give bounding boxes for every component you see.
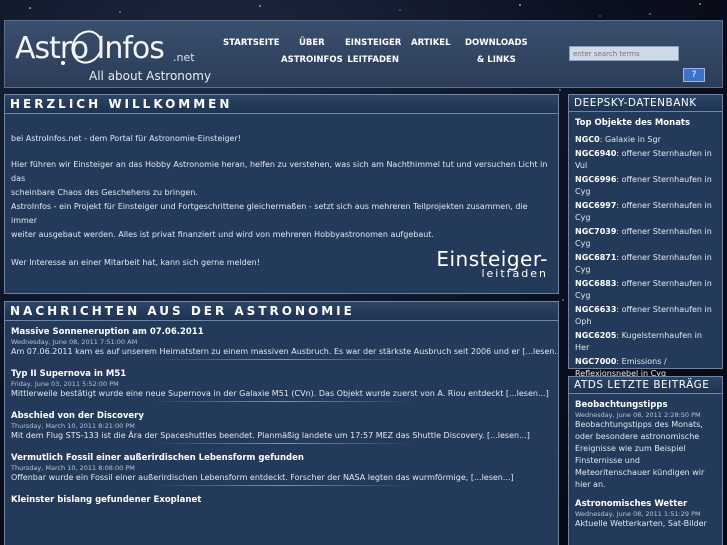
nav-item-einsteiger-leitfaden[interactable]: EINSTEIGER LEITFADEN (345, 35, 401, 69)
object-id: NGC7000 (575, 357, 617, 366)
object-id: NGC6633 (575, 305, 617, 314)
list-item[interactable]: NGC6871: offener Sternhaufen in Cyg (569, 252, 722, 278)
logo-tagline: All about Astronomy (89, 69, 212, 83)
welcome-text-line: weiter ausgebaut werden. Alles ist priva… (11, 230, 434, 239)
nav-label: ÜBER (298, 38, 325, 48)
news-item-title[interactable]: Typ II Supernova in M51 (11, 369, 552, 379)
object-id: NGC6871 (575, 253, 617, 262)
nav-label: ARTIKEL (411, 38, 451, 48)
search-input[interactable] (569, 46, 679, 61)
object-id: NGC6883 (575, 279, 617, 288)
nav-label: STARTSEITE (223, 38, 280, 48)
list-item[interactable]: NGC6633: offener Sternhaufen in Oph (569, 304, 722, 330)
object-desc: : Galaxie in Sgr (599, 135, 661, 144)
list-item[interactable]: NGC6997: offener Sternhaufen in Cyg (569, 200, 722, 226)
news-panel: NACHRICHTEN AUS DER ASTRONOMIE Massive S… (4, 301, 559, 545)
welcome-title: HERZLICH WILLKOMMEN (5, 95, 558, 114)
list-item[interactable]: NGC6940: offener Sternhaufen in Vul (569, 148, 722, 174)
list-item[interactable]: NGC6883: offener Sternhaufen in Cyg (569, 278, 722, 304)
list-item[interactable]: NGC6205: Kugelsternhaufen in Her (569, 330, 722, 356)
divider (151, 485, 412, 486)
news-title: NACHRICHTEN AUS DER ASTRONOMIE (5, 302, 558, 321)
object-id: NGC7039 (575, 227, 617, 236)
news-item: Kleinster bislang gefundener Exoplanet (5, 489, 558, 508)
logo-net-suffix: .net (173, 51, 195, 64)
list-item[interactable]: NGC6996: offener Sternhaufen in Cyg (569, 174, 722, 200)
news-item-title[interactable]: Abschied von der Discovery (11, 411, 552, 421)
atds-panel: ATDS LETZTE BEITRÄGE Beobachtungstipps W… (568, 376, 723, 545)
welcome-panel: HERZLICH WILLKOMMEN bei AstroInfos.net -… (4, 94, 559, 294)
welcome-text-line: Hier führen wir Einsteiger an das Hobby … (11, 160, 548, 183)
news-item-text: Am 07.06.2011 kam es auf unserem Heimats… (11, 347, 559, 356)
news-item-title[interactable]: Kleinster bislang gefundener Exoplanet (11, 495, 552, 505)
object-id: NGC6996 (575, 175, 617, 184)
logo-wordmark: Astro Infos (15, 31, 165, 66)
welcome-text-line: AstroInfos - ein Projekt für Einsteiger … (11, 202, 528, 225)
welcome-text-line: scheinbare Chaos des Geschehens zu bring… (11, 188, 198, 197)
news-item-date: Friday, June 03, 2011 5:52:00 PM (11, 380, 119, 388)
news-item-text: Mit dem Flug STS-133 ist die Ära der Spa… (11, 431, 530, 440)
list-item[interactable]: NGC7039: offener Sternhaufen in Cyg (569, 226, 722, 252)
list-item: Beobachtungstipps Wednesday, June 08, 20… (569, 394, 722, 493)
welcome-intro: bei AstroInfos.net - dem Portal für Astr… (11, 134, 241, 143)
news-item-text: Mittlerweile bestätigt wurde eine neue S… (11, 389, 549, 398)
site-header: Astro Infos .net All about Astronomy STA… (4, 20, 723, 88)
divider (151, 443, 412, 444)
atds-item-date: Wednesday, June 08, 2011 2:28:50 PM (575, 411, 701, 419)
nav-item-startseite[interactable]: STARTSEITE (223, 35, 280, 52)
object-id: NGC6205 (575, 331, 617, 340)
object-id: NGC6940 (575, 149, 617, 158)
list-item[interactable]: NGC0: Galaxie in Sgr (569, 134, 722, 148)
object-id: NGC0 (575, 135, 600, 144)
divider (151, 401, 412, 402)
nav-item-ueber-astroinfos[interactable]: ÜBER ASTROINFOS (281, 35, 343, 69)
atds-item-title[interactable]: Astronomisches Wetter (575, 499, 716, 509)
atds-item-text: Beobachtungstipps des Monats, oder beson… (575, 420, 705, 489)
news-item-date: Thursday, March 10, 2011 8:08:00 PM (11, 464, 135, 472)
news-item-date: Wednesday, June 08, 2011 7:51:00 AM (11, 338, 138, 346)
atds-item-date: Wednesday, June 08, 2011 1:51:29 PM (575, 510, 701, 518)
search-button[interactable]: ? (683, 68, 705, 82)
news-item-date: Thursday, March 10, 2011 8:21:00 PM (11, 422, 135, 430)
nav-label-line2: ASTROINFOS (281, 55, 343, 65)
news-item-title[interactable]: Vermutlich Fossil einer außerirdischen L… (11, 453, 552, 463)
nav-label: DOWNLOADS (465, 38, 528, 48)
nav-label-line2: & LINKS (476, 55, 516, 65)
atds-item-text: Aktuelle Wetterkarten, Sat-Bilder (575, 519, 707, 528)
atds-title: ATDS LETZTE BEITRÄGE (569, 377, 722, 394)
nav-label: EINSTEIGER (345, 38, 402, 48)
nav-item-downloads-links[interactable]: DOWNLOADS & LINKS (465, 35, 528, 69)
divider (151, 359, 412, 360)
deepsky-title: DEEPSKY-DATENBANK (569, 95, 722, 112)
nav-item-artikel[interactable]: ARTIKEL (411, 35, 451, 52)
news-item: Typ II Supernova in M51 Friday, June 03,… (5, 363, 558, 405)
deepsky-subtitle: Top Objekte des Monats (575, 118, 691, 128)
list-item: Astronomisches Wetter Wednesday, June 08… (569, 493, 722, 532)
news-item: Abschied von der Discovery Thursday, Mar… (5, 405, 558, 447)
nav-label-line2: LEITFADEN (347, 55, 399, 65)
news-item-title[interactable]: Massive Sonneneruption am 07.06.2011 (11, 327, 552, 337)
deepsky-panel: DEEPSKY-DATENBANK Top Objekte des Monats… (568, 94, 723, 378)
atds-item-title[interactable]: Beobachtungstipps (575, 400, 716, 410)
einsteiger-leitfaden-link[interactable]: Einsteiger- leitfaden (436, 247, 548, 280)
site-logo[interactable]: Astro Infos .net All about Astronomy (13, 27, 213, 85)
news-item: Vermutlich Fossil einer außerirdischen L… (5, 447, 558, 489)
news-item-text: Offenbar wurde ein Fossil einer außerird… (11, 473, 514, 482)
object-id: NGC6997 (575, 201, 617, 210)
news-item: Massive Sonneneruption am 07.06.2011 Wed… (5, 321, 558, 363)
